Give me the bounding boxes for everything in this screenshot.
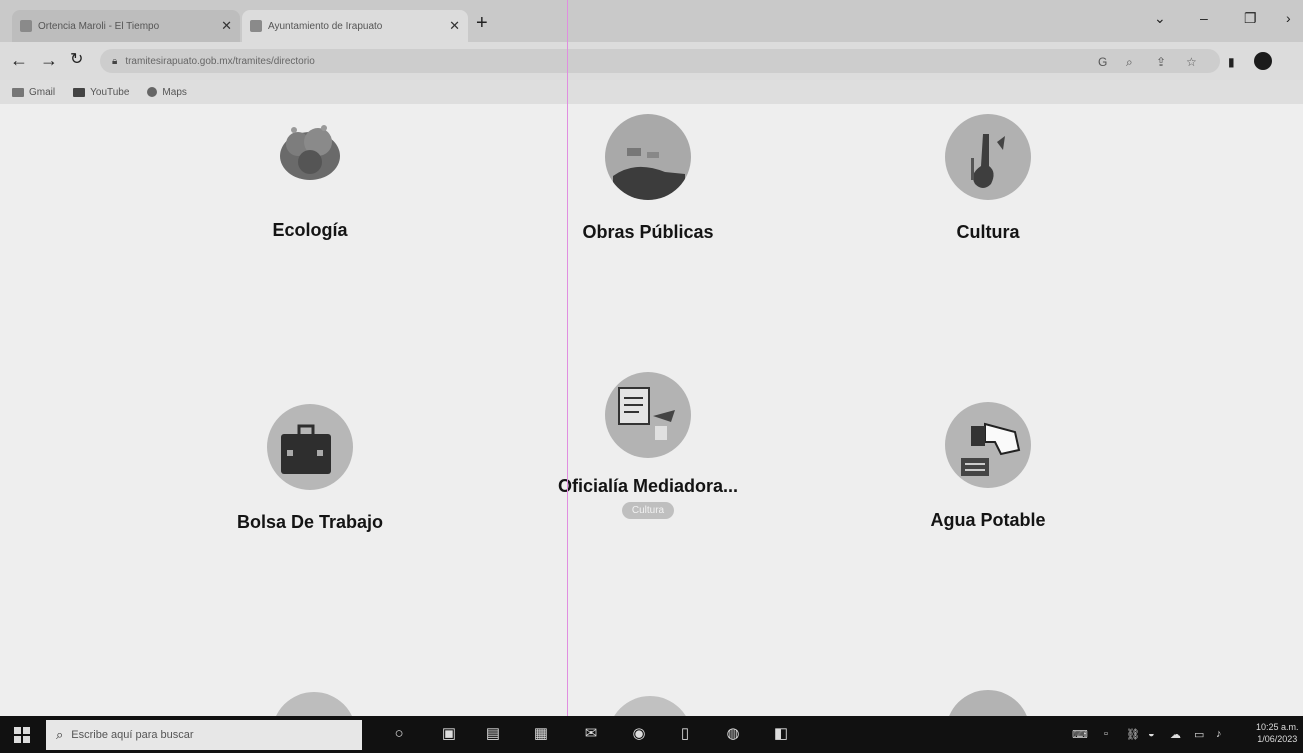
search-icon: ⌕ bbox=[56, 727, 64, 742]
tab-favicon-icon bbox=[20, 20, 32, 32]
browser-tab-active[interactable]: Ayuntamiento de Irapuato ✕ bbox=[242, 10, 468, 42]
bookmark-label: Maps bbox=[162, 86, 187, 98]
category-icon-partial[interactable] bbox=[272, 692, 356, 716]
share-icon[interactable]: ⇪ bbox=[1156, 55, 1166, 69]
category-label: Cultura bbox=[956, 222, 1020, 242]
bookmark-maps[interactable]: Maps bbox=[147, 86, 187, 98]
category-card-agua-potable[interactable]: Agua Potable bbox=[838, 402, 1138, 532]
windows-start-icon[interactable] bbox=[14, 727, 30, 743]
forward-arrow-icon[interactable]: → bbox=[40, 51, 58, 69]
chrome-profile-icon[interactable]: ◍ bbox=[724, 725, 742, 743]
youtube-icon bbox=[73, 87, 86, 97]
taskbar-search-input[interactable]: ⌕ Escribe aquí para buscar bbox=[46, 720, 362, 750]
onedrive-icon[interactable]: ☁ bbox=[1170, 728, 1181, 741]
zoom-icon[interactable]: ⌕ bbox=[1126, 55, 1133, 70]
profile-avatar[interactable] bbox=[1254, 52, 1272, 70]
construction-icon bbox=[605, 114, 691, 200]
category-label: Oficialía Mediadora... bbox=[557, 476, 739, 496]
guitar-icon bbox=[945, 114, 1031, 200]
volume-icon[interactable]: ♪ bbox=[1216, 728, 1222, 740]
maps-icon bbox=[147, 87, 158, 97]
chrome-icon[interactable]: ◉ bbox=[630, 725, 648, 743]
tab-title: Ortencia Maroli - El Tiempo bbox=[38, 20, 160, 32]
reload-icon[interactable]: ↻ bbox=[70, 51, 83, 69]
taskbar-search-placeholder: Escribe aquí para buscar bbox=[71, 729, 194, 741]
category-card-bolsa-de-trabajo[interactable]: Bolsa De Trabajo bbox=[160, 404, 460, 534]
browser-toolbar: ← → ↻ 🔒︎ tramitesirapuato.gob.mx/tramite… bbox=[0, 42, 1303, 80]
services-grid: Ecología Obras Públicas Cultura Bolsa De… bbox=[0, 104, 1303, 716]
windows-taskbar: ⌕ Escribe aquí para buscar ○ ▣ ▤ ▦ ✉ ◉ ▯… bbox=[0, 716, 1303, 753]
side-panel-icon[interactable]: ▮ bbox=[1228, 55, 1235, 69]
category-icon-partial[interactable] bbox=[608, 696, 692, 716]
category-label: Bolsa De Trabajo bbox=[236, 512, 384, 532]
taskbar-clock[interactable]: 10:25 a.m. 1/06/2023 bbox=[1256, 721, 1299, 745]
category-label: Ecología bbox=[272, 220, 348, 240]
bookmark-youtube[interactable]: YouTube bbox=[73, 87, 129, 98]
tab-title: Ayuntamiento de Irapuato bbox=[268, 20, 383, 32]
document-icon bbox=[605, 372, 691, 458]
category-card-oficialia-mediadora[interactable]: Oficialía Mediadora... Cultura bbox=[498, 372, 798, 519]
new-tab-button[interactable]: + bbox=[476, 12, 488, 34]
category-card-cultura[interactable]: Cultura bbox=[838, 114, 1138, 244]
tray-app-icon[interactable]: ▫ bbox=[1104, 728, 1108, 740]
tab-search-chevron-icon[interactable]: ⌄ bbox=[1154, 10, 1166, 27]
category-label: Agua Potable bbox=[930, 510, 1046, 530]
bookmark-gmail[interactable]: Gmail bbox=[12, 87, 55, 98]
battery-icon[interactable]: ▭ bbox=[1194, 728, 1204, 741]
category-label: Obras Públicas bbox=[582, 222, 714, 242]
bookmark-label: Gmail bbox=[29, 86, 56, 98]
word-icon[interactable]: ◧ bbox=[772, 725, 790, 743]
category-card-ecologia[interactable]: Ecología bbox=[160, 112, 460, 242]
task-view-icon[interactable]: ▣ bbox=[440, 725, 458, 743]
close-tab-icon[interactable]: ✕ bbox=[221, 18, 232, 34]
close-tab-icon[interactable]: ✕ bbox=[449, 18, 460, 34]
briefcase-icon bbox=[267, 404, 353, 490]
bookmarks-bar: Gmail YouTube Maps bbox=[0, 80, 1303, 104]
guide-line bbox=[567, 0, 568, 716]
wifi-icon[interactable]: ◒ bbox=[1148, 728, 1155, 740]
more-tabs-chevron-icon[interactable]: › bbox=[1286, 10, 1291, 26]
minimize-icon[interactable]: – bbox=[1200, 10, 1208, 26]
mail-icon[interactable]: ✉ bbox=[582, 725, 600, 743]
url-text: tramitesirapuato.gob.mx/tramites/directo… bbox=[125, 55, 315, 67]
browser-tab[interactable]: Ortencia Maroli - El Tiempo ✕ bbox=[12, 10, 240, 42]
restore-icon[interactable]: ❐ bbox=[1244, 10, 1257, 27]
category-icon-partial[interactable] bbox=[946, 690, 1030, 716]
cortana-icon[interactable]: ○ bbox=[390, 725, 408, 743]
taskbar-date: 1/06/2023 bbox=[1257, 734, 1298, 744]
google-icon[interactable]: G bbox=[1098, 55, 1107, 69]
plant-icon bbox=[272, 112, 348, 188]
file-explorer-icon[interactable]: ▤ bbox=[484, 725, 502, 743]
keyboard-icon[interactable]: ⌨ bbox=[1072, 728, 1088, 741]
bookmark-star-icon[interactable]: ☆ bbox=[1186, 55, 1197, 69]
bookmark-label: YouTube bbox=[90, 86, 130, 98]
network-icon[interactable]: ⛓ bbox=[1126, 728, 1140, 741]
tab-favicon-icon bbox=[250, 20, 262, 32]
store-icon[interactable]: ▦ bbox=[532, 725, 550, 743]
gmail-icon bbox=[12, 87, 24, 97]
water-tap-icon bbox=[945, 402, 1031, 488]
back-arrow-icon[interactable]: ← bbox=[10, 51, 28, 69]
category-badge: Cultura bbox=[621, 502, 675, 519]
app-icon[interactable]: ▯ bbox=[676, 725, 694, 743]
category-card-obras-publicas[interactable]: Obras Públicas bbox=[498, 114, 798, 244]
browser-tab-strip: Ortencia Maroli - El Tiempo ✕ Ayuntamien… bbox=[0, 0, 1303, 42]
taskbar-time: 10:25 a.m. bbox=[1256, 722, 1299, 732]
lock-icon: 🔒︎ bbox=[112, 55, 118, 67]
address-bar[interactable]: 🔒︎ tramitesirapuato.gob.mx/tramites/dire… bbox=[100, 49, 1220, 73]
